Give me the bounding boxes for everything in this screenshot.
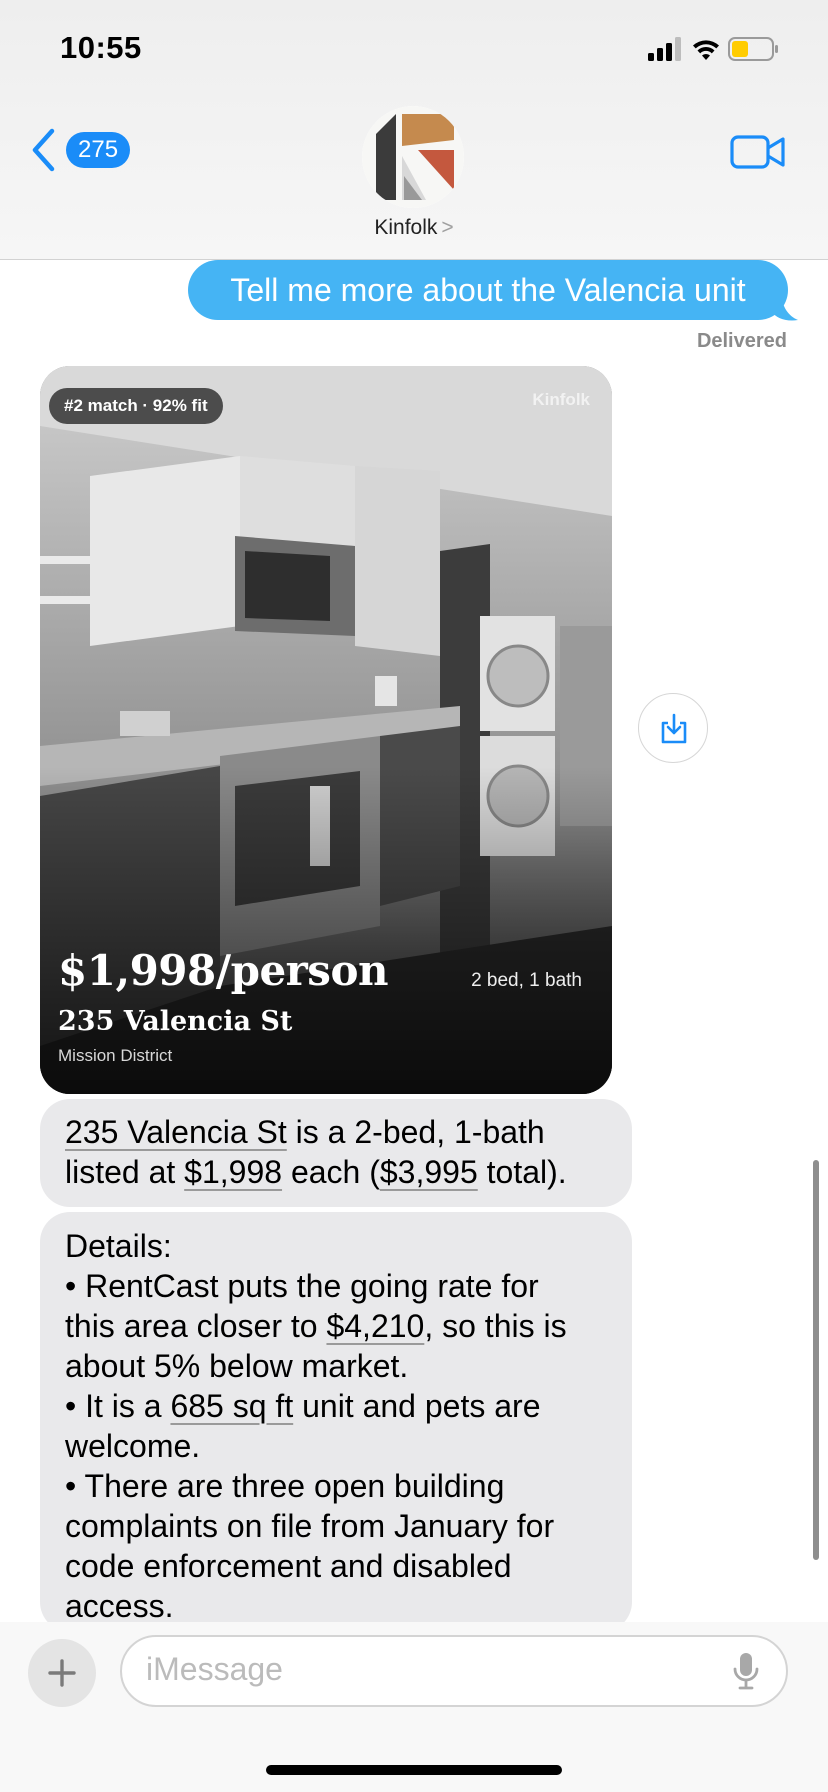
input-placeholder: iMessage bbox=[146, 1651, 283, 1687]
conversation-header: 10:55 275 Kinfolk > bbox=[0, 0, 828, 260]
listing-price: $1,998/person bbox=[58, 946, 389, 995]
unread-count-badge: 275 bbox=[66, 132, 131, 168]
message-text: • It is a bbox=[65, 1388, 171, 1424]
apps-plus-button[interactable] bbox=[28, 1639, 96, 1707]
message-line: • There are three open building bbox=[65, 1468, 505, 1504]
message-text: this area closer to bbox=[65, 1308, 327, 1344]
message-text: unit and pets are bbox=[293, 1388, 541, 1424]
message-text: , so this is bbox=[424, 1308, 567, 1344]
scrollbar[interactable] bbox=[813, 1160, 819, 1560]
battery-icon bbox=[728, 37, 778, 61]
contact-name: Kinfolk bbox=[374, 216, 438, 239]
listing-card[interactable]: #2 match · 92% fit Kinfolk $1,998/person… bbox=[40, 366, 612, 1094]
chevron-right-icon: > bbox=[441, 216, 454, 239]
message-line: listed at $1,998 each ($3,995 total). bbox=[65, 1152, 607, 1192]
listing-beds-baths: 2 bed, 1 bath bbox=[471, 970, 582, 991]
contact-name-button[interactable]: Kinfolk > bbox=[0, 216, 828, 240]
message-line: complaints on file from January for bbox=[65, 1508, 555, 1544]
match-badge: #2 match · 92% fit bbox=[49, 388, 223, 424]
back-button[interactable]: 275 bbox=[30, 126, 131, 174]
download-tray-icon bbox=[661, 713, 687, 744]
card-brand: Kinfolk bbox=[532, 390, 590, 409]
message-line: welcome. bbox=[65, 1428, 201, 1464]
message-text: each ( bbox=[282, 1154, 380, 1190]
kinfolk-logo bbox=[362, 106, 464, 208]
status-time: 10:55 bbox=[60, 30, 142, 65]
microphone-icon[interactable] bbox=[732, 1651, 760, 1691]
plus-icon bbox=[48, 1659, 76, 1687]
message-line: • It is a 685 sq ft unit and pets are bbox=[65, 1386, 607, 1426]
message-line: 235 Valencia St is a 2-bed, 1-bath bbox=[65, 1112, 607, 1152]
received-message-bubble[interactable]: Details: • RentCast puts the going rate … bbox=[40, 1212, 632, 1632]
message-text: total). bbox=[477, 1154, 567, 1190]
message-line: about 5% below market. bbox=[65, 1348, 409, 1384]
status-icons bbox=[648, 37, 778, 61]
sent-message-bubble[interactable]: Tell me more about the Valencia unit bbox=[188, 260, 788, 320]
wifi-icon bbox=[693, 40, 719, 60]
delivered-status: Delivered bbox=[696, 330, 787, 352]
price-link[interactable]: $1,998 bbox=[184, 1154, 282, 1190]
details-heading: Details: bbox=[65, 1228, 172, 1264]
message-line: • RentCast puts the going rate for bbox=[65, 1268, 539, 1304]
listing-neighborhood: Mission District bbox=[58, 1046, 173, 1065]
message-text: is a 2-bed, 1-bath bbox=[286, 1114, 545, 1150]
sqft-link[interactable]: 685 sq ft bbox=[170, 1388, 293, 1424]
chevron-left-icon bbox=[32, 128, 55, 172]
address-link[interactable]: 235 Valencia St bbox=[65, 1114, 287, 1150]
message-line: code enforcement and disabled bbox=[65, 1548, 512, 1584]
contact-avatar[interactable] bbox=[362, 106, 464, 208]
home-indicator bbox=[266, 1765, 562, 1775]
cellular-signal-icon bbox=[648, 37, 681, 61]
save-attachment-button[interactable] bbox=[638, 693, 708, 763]
message-line: this area closer to $4,210, so this is bbox=[65, 1306, 607, 1346]
market-rate-link[interactable]: $4,210 bbox=[326, 1308, 424, 1344]
received-message-bubble[interactable]: 235 Valencia St is a 2-bed, 1-bath liste… bbox=[40, 1099, 632, 1207]
message-line: access. bbox=[65, 1588, 174, 1624]
total-link[interactable]: $3,995 bbox=[380, 1154, 478, 1190]
message-text: listed at bbox=[65, 1154, 185, 1190]
listing-address: 235 Valencia St bbox=[58, 1006, 293, 1037]
video-camera-icon[interactable] bbox=[730, 134, 786, 170]
